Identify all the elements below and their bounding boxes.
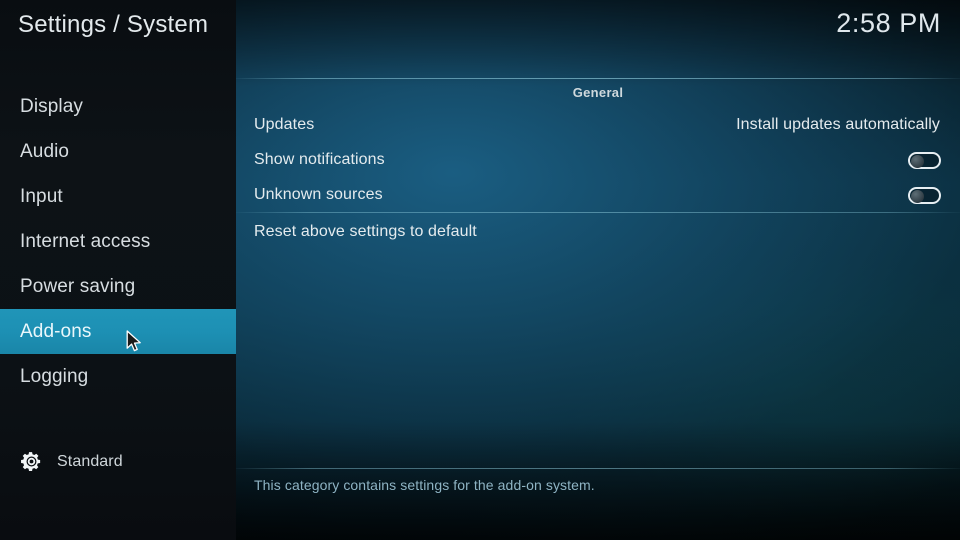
sidebar-item-power-saving[interactable]: Power saving — [0, 264, 236, 309]
sidebar-item-label: Logging — [20, 365, 89, 387]
category-description: This category contains settings for the … — [254, 477, 595, 493]
setting-row-unknown-sources[interactable]: Unknown sources — [236, 180, 960, 210]
setting-label: Show notifications — [254, 151, 385, 168]
settings-group-header: General — [572, 85, 624, 100]
sidebar: Display Audio Input Internet access Powe… — [0, 0, 236, 540]
sidebar-item-input[interactable]: Input — [0, 174, 236, 219]
setting-label: Reset above settings to default — [254, 223, 477, 240]
toggle-knob — [911, 154, 924, 168]
sidebar-item-logging[interactable]: Logging — [0, 354, 236, 399]
divider-bottom — [236, 468, 960, 469]
settings-level-selector[interactable]: Standard — [20, 450, 123, 473]
setting-label: Updates — [254, 116, 315, 133]
setting-value-updates: Install updates automatically — [736, 116, 940, 133]
sidebar-item-audio[interactable]: Audio — [0, 129, 236, 174]
sidebar-item-label: Display — [20, 95, 83, 117]
sidebar-item-internet-access[interactable]: Internet access — [0, 219, 236, 264]
sidebar-item-display[interactable]: Display — [0, 84, 236, 129]
divider-middle — [236, 212, 960, 213]
sidebar-item-label: Power saving — [20, 275, 136, 297]
mouse-cursor — [126, 330, 141, 352]
toggle-knob — [911, 189, 924, 203]
setting-row-reset-defaults[interactable]: Reset above settings to default — [236, 217, 960, 247]
settings-content-panel: General Updates Install updates automati… — [236, 0, 960, 540]
setting-row-show-notifications[interactable]: Show notifications — [236, 145, 960, 175]
toggle-show-notifications[interactable] — [908, 151, 941, 169]
setting-label: Unknown sources — [254, 186, 383, 203]
sidebar-item-add-ons[interactable]: Add-ons — [0, 309, 236, 354]
toggle-unknown-sources[interactable] — [908, 186, 941, 204]
sidebar-item-label: Add-ons — [20, 320, 92, 342]
sidebar-item-label: Input — [20, 185, 63, 207]
clock: 2:58 PM — [836, 8, 941, 38]
settings-level-label: Standard — [57, 452, 123, 470]
gear-icon — [21, 452, 41, 471]
sidebar-item-label: Audio — [20, 140, 70, 162]
sidebar-item-label: Internet access — [20, 230, 151, 252]
setting-row-updates[interactable]: Updates Install updates automatically — [236, 110, 960, 140]
settings-category-nav: Display Audio Input Internet access Powe… — [0, 84, 236, 399]
page-title: Settings / System — [18, 11, 209, 38]
kodi-settings-screen: Display Audio Input Internet access Powe… — [0, 0, 960, 540]
divider-top — [236, 78, 960, 79]
